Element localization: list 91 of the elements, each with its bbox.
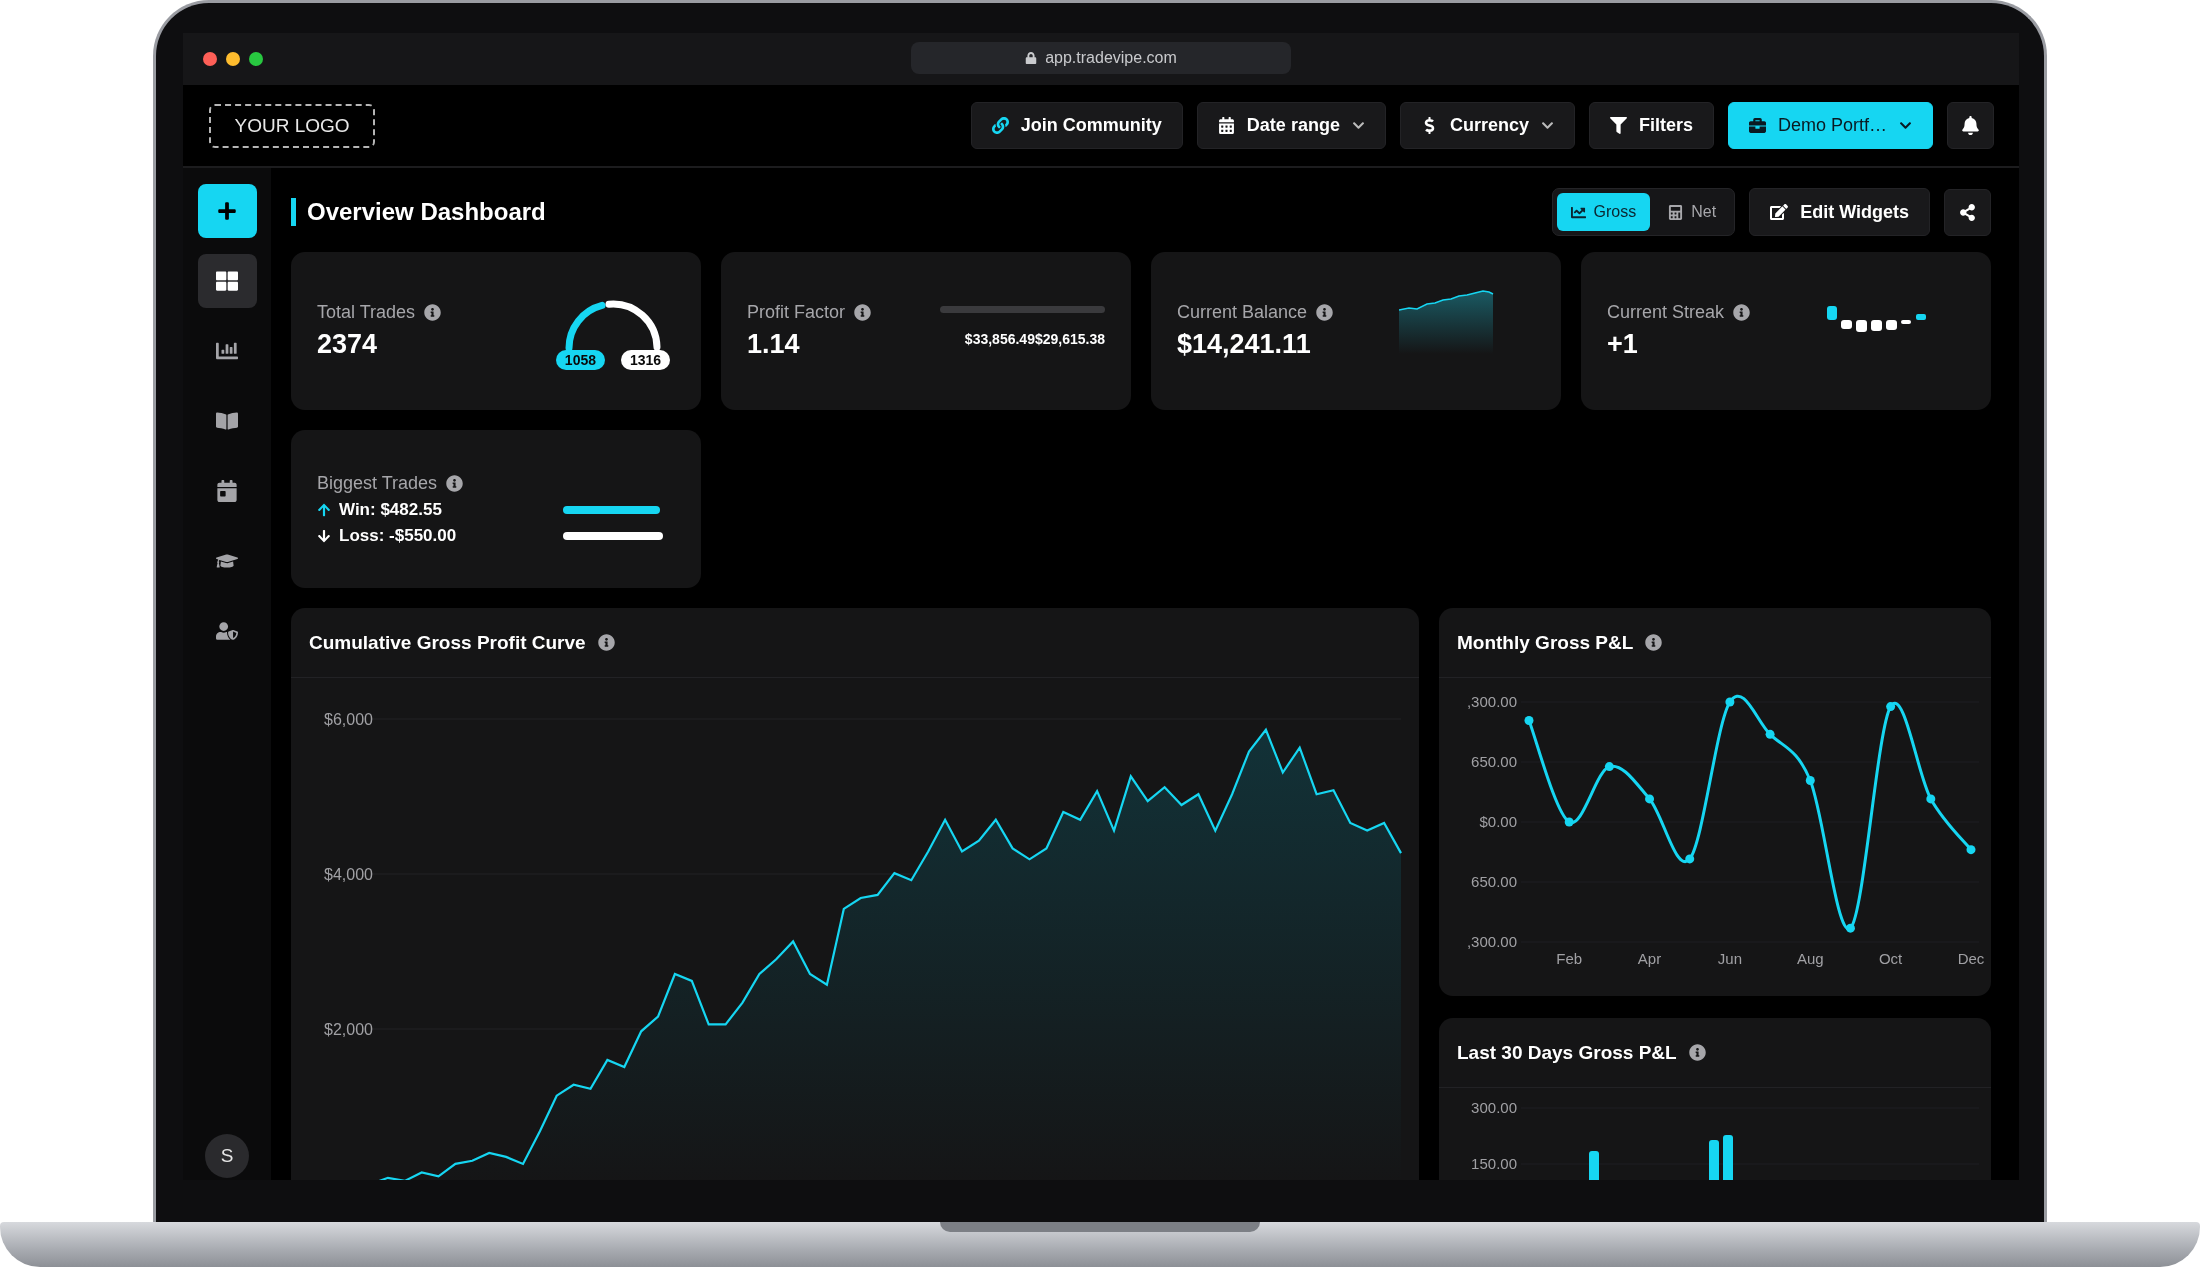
- address-bar[interactable]: app.tradevipe.com: [911, 42, 1291, 74]
- info-icon[interactable]: [424, 304, 442, 321]
- axis-label: 300.00: [1471, 1099, 1517, 1116]
- minimize-dot[interactable]: [226, 52, 240, 66]
- axis-label: 150.00: [1471, 1155, 1517, 1172]
- card-label: Biggest Trades: [317, 472, 438, 494]
- axis-label: ,300.00: [1466, 933, 1517, 950]
- data-point: [1805, 775, 1815, 785]
- data-point: [1765, 729, 1775, 739]
- bar-chart-icon: [216, 340, 238, 362]
- maximize-dot[interactable]: [249, 52, 263, 66]
- card-label: Current Streak: [1607, 302, 1725, 323]
- info-icon[interactable]: [1733, 304, 1751, 321]
- calendar-icon: [216, 480, 238, 502]
- data-point: [1725, 697, 1735, 707]
- share-icon: [1959, 203, 1976, 221]
- axis-label: Aug: [1796, 950, 1824, 967]
- axis-label: Dec: [1957, 950, 1985, 967]
- data-point: [1564, 817, 1574, 827]
- bell-icon: [1961, 116, 1980, 135]
- trade-text: Loss: -$550.00: [339, 525, 457, 546]
- axis-label: $4,000: [324, 866, 373, 883]
- info-icon[interactable]: [446, 474, 464, 492]
- logo: YOUR LOGO: [209, 103, 375, 148]
- sidebar-item[interactable]: [197, 254, 257, 308]
- data-point: [1524, 715, 1534, 725]
- toolbar-button[interactable]: Filters: [1588, 102, 1714, 149]
- plus-icon: [217, 201, 237, 221]
- calculator-icon: [1668, 204, 1684, 220]
- data-point: [1845, 923, 1855, 933]
- user-avatar[interactable]: S: [205, 1134, 249, 1178]
- book-icon: [216, 410, 238, 432]
- arrow-up-icon: [317, 502, 331, 517]
- axis-label: $2,000: [324, 1021, 373, 1038]
- dropdown-button[interactable]: Demo Portf…: [1727, 102, 1933, 149]
- info-icon[interactable]: [1688, 1044, 1706, 1061]
- info-icon[interactable]: [1316, 304, 1334, 321]
- share-button[interactable]: [1944, 188, 1991, 236]
- add-button[interactable]: [197, 184, 257, 238]
- user-shield-icon: [216, 620, 238, 642]
- chart-title: Monthly Gross P&L: [1457, 631, 1634, 654]
- axis-label: $0.00: [1479, 813, 1517, 830]
- mode-tab[interactable]: Net: [1654, 193, 1731, 231]
- trade-text: Win: $482.55: [339, 499, 442, 520]
- axis-label: Feb: [1556, 950, 1583, 967]
- lock-icon: [1025, 52, 1038, 64]
- data-point: [1926, 794, 1936, 804]
- edit-widgets-button[interactable]: Edit Widgets: [1749, 188, 1930, 236]
- card-label: Current Balance: [1177, 302, 1308, 323]
- info-icon[interactable]: [597, 634, 615, 651]
- dashboard-icon: [216, 270, 238, 292]
- data-point: [1685, 854, 1695, 864]
- dropdown-button[interactable]: Date range: [1196, 102, 1386, 149]
- arrow-down-icon: [317, 528, 331, 543]
- filter-icon: [1609, 117, 1627, 134]
- data-point: [1604, 762, 1614, 772]
- card-label: Profit Factor: [747, 302, 846, 323]
- line-chart-icon: [1570, 204, 1586, 220]
- edit-icon: [1770, 203, 1789, 221]
- win-count-badge: 1058: [555, 350, 605, 370]
- data-point: [1645, 794, 1655, 804]
- dropdown-button[interactable]: Currency: [1399, 102, 1575, 149]
- amounts-text: $33,856.49$29,615.38: [964, 330, 1105, 347]
- close-dot[interactable]: [203, 52, 217, 66]
- data-point: [1886, 702, 1896, 712]
- toolbar-button[interactable]: Join Community: [970, 102, 1183, 149]
- briefcase-icon: [1748, 117, 1766, 134]
- axis-label: 650.00: [1471, 873, 1517, 890]
- axis-label: Apr: [1637, 950, 1662, 967]
- chart-title: Last 30 Days Gross P&L: [1457, 1041, 1677, 1064]
- url-text: app.tradevipe.com: [1045, 49, 1177, 67]
- axis-label: Jun: [1717, 950, 1742, 967]
- loss-count-badge: 1316: [621, 350, 671, 370]
- mode-tab[interactable]: Gross: [1556, 193, 1651, 231]
- data-point: [1966, 845, 1976, 855]
- chart-title: Cumulative Gross Profit Curve: [309, 631, 586, 654]
- page-title: Overview Dashboard: [291, 198, 546, 226]
- axis-label: Oct: [1878, 950, 1903, 967]
- notifications-button[interactable]: [1947, 102, 1994, 149]
- link-icon: [991, 117, 1009, 134]
- info-icon[interactable]: [854, 304, 872, 321]
- axis-label: ,300.00: [1466, 693, 1517, 710]
- calendar-icon: [1217, 117, 1235, 134]
- card-value: 2374: [317, 329, 379, 360]
- info-icon[interactable]: [1645, 634, 1663, 651]
- card-value: 1.14: [747, 329, 801, 360]
- axis-label: $6,000: [324, 711, 373, 728]
- card-label: Total Trades: [317, 302, 416, 323]
- axis-label: 650.00: [1471, 753, 1517, 770]
- card-value: +1: [1607, 329, 1639, 360]
- card-value: $14,241.11: [1177, 329, 1312, 360]
